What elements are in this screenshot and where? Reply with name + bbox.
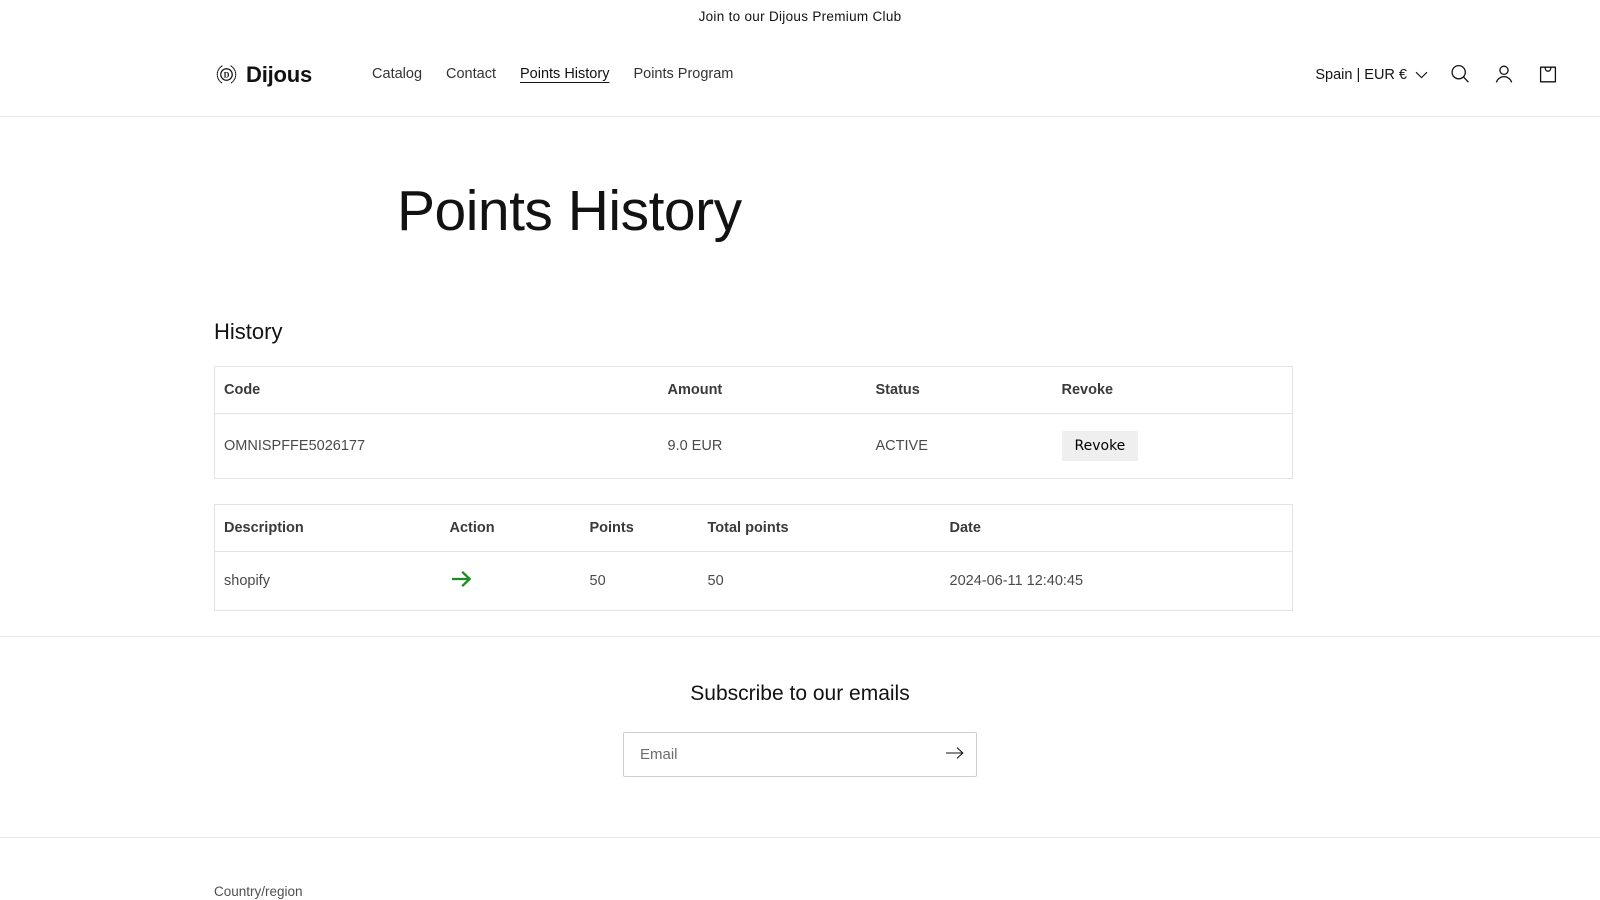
column-header-action: Action	[441, 505, 581, 552]
svg-text:D: D	[224, 71, 230, 80]
column-header-points: Points	[581, 505, 699, 552]
codes-table: Code Amount Status Revoke OMNISPFFE50261…	[214, 366, 1293, 479]
column-header-revoke: Revoke	[1053, 367, 1293, 414]
chevron-down-icon	[1415, 67, 1428, 83]
site-footer: Country/region Spain | EUR € VISA	[0, 837, 1600, 900]
table-row: OMNISPFFE5026177 9.0 EUR ACTIVE Revoke	[215, 414, 1293, 479]
cart-button[interactable]	[1526, 53, 1570, 97]
search-icon	[1449, 63, 1471, 88]
laurel-d-logo-icon: D	[214, 62, 239, 87]
cell-code: OMNISPFFE5026177	[215, 414, 659, 479]
main-content: Points History History Code Amount Statu…	[0, 117, 1600, 611]
email-input[interactable]	[624, 733, 934, 776]
arrow-right-icon	[945, 746, 965, 763]
cell-description: shopify	[215, 552, 441, 611]
page-title: Points History	[0, 117, 1600, 243]
account-button[interactable]	[1482, 53, 1526, 97]
table-header-row: Code Amount Status Revoke	[215, 367, 1293, 414]
cell-revoke: Revoke	[1053, 414, 1293, 479]
section-title-history: History	[214, 319, 1386, 345]
cell-total-points: 50	[699, 552, 941, 611]
brand-logo-link[interactable]: D Dijous	[214, 62, 312, 87]
locale-label: Spain | EUR €	[1315, 67, 1407, 83]
locale-selector-button[interactable]: Spain | EUR €	[1305, 59, 1438, 91]
search-button[interactable]	[1438, 53, 1482, 97]
table-row: shopify 50 50 2024-06-11 12:40:45	[215, 552, 1293, 611]
column-header-code: Code	[215, 367, 659, 414]
revoke-button[interactable]: Revoke	[1062, 431, 1139, 461]
content-area: History Code Amount Status Revoke OMNISP…	[0, 319, 1600, 612]
newsletter-section: Subscribe to our emails	[0, 636, 1600, 837]
newsletter-submit-button[interactable]	[934, 733, 976, 776]
announcement-bar: Join to our Dijous Premium Club	[0, 0, 1600, 33]
column-header-amount: Amount	[659, 367, 867, 414]
cell-amount: 9.0 EUR	[659, 414, 867, 479]
newsletter-form	[623, 732, 977, 777]
newsletter-title: Subscribe to our emails	[0, 681, 1600, 706]
cell-action	[441, 552, 581, 611]
nav-item-points-history[interactable]: Points History	[508, 64, 621, 84]
table-header-row: Description Action Points Total points D…	[215, 505, 1293, 552]
announcement-text: Join to our Dijous Premium Club	[699, 9, 902, 24]
column-header-status: Status	[867, 367, 1053, 414]
cell-status: ACTIVE	[867, 414, 1053, 479]
country-region-label: Country/region	[214, 884, 1386, 899]
user-icon	[1493, 63, 1515, 88]
column-header-date: Date	[941, 505, 1293, 552]
brand-name: Dijous	[246, 64, 312, 86]
nav-item-catalog[interactable]: Catalog	[360, 64, 434, 84]
column-header-total-points: Total points	[699, 505, 941, 552]
nav-item-contact[interactable]: Contact	[434, 64, 508, 84]
header-actions: Spain | EUR €	[1305, 33, 1570, 117]
cell-points: 50	[581, 552, 699, 611]
column-header-description: Description	[215, 505, 441, 552]
primary-nav: Catalog Contact Points History Points Pr…	[360, 64, 745, 84]
shopping-bag-icon	[1537, 63, 1559, 88]
site-header: D Dijous Catalog Contact Points History …	[0, 33, 1600, 117]
points-history-table: Description Action Points Total points D…	[214, 504, 1293, 611]
nav-item-points-program[interactable]: Points Program	[621, 64, 745, 84]
cell-date: 2024-06-11 12:40:45	[941, 552, 1293, 611]
arrow-right-icon	[450, 569, 474, 589]
